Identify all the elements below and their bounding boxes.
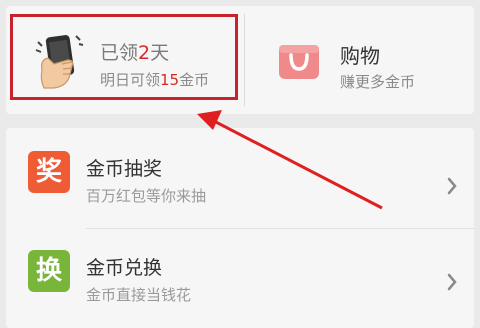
highlight-box xyxy=(10,14,238,100)
list-card: 奖 金币抽奖 百万红包等你来抽 换 金币兑换 金币直接当钱花 xyxy=(6,128,474,328)
chevron-right-icon xyxy=(447,273,457,291)
list-item-lottery[interactable]: 奖 金币抽奖 百万红包等你来抽 xyxy=(6,132,474,228)
list-divider xyxy=(86,228,474,229)
list-item-subtitle: 金币直接当钱花 xyxy=(86,286,192,304)
list-item-subtitle: 百万红包等你来抽 xyxy=(86,187,207,205)
shopping-tile[interactable]: 购物 赚更多金币 xyxy=(246,6,474,114)
shopping-subtitle: 赚更多金币 xyxy=(340,73,416,91)
checkin-tile[interactable]: 已领2天 明日可领15金币 xyxy=(6,6,238,114)
vertical-divider xyxy=(244,14,245,106)
exchange-badge-icon: 换 xyxy=(28,250,70,292)
top-card: 已领2天 明日可领15金币 购物 赚更多金币 xyxy=(6,6,474,114)
chevron-right-icon xyxy=(447,177,457,195)
lottery-badge-icon: 奖 xyxy=(28,151,70,193)
list-item-title: 金币抽奖 xyxy=(86,158,163,180)
shopping-title: 购物 xyxy=(340,44,380,68)
list-item-title: 金币兑换 xyxy=(86,257,163,279)
shopping-bag-icon xyxy=(279,45,319,79)
list-item-exchange[interactable]: 换 金币兑换 金币直接当钱花 xyxy=(6,232,474,328)
